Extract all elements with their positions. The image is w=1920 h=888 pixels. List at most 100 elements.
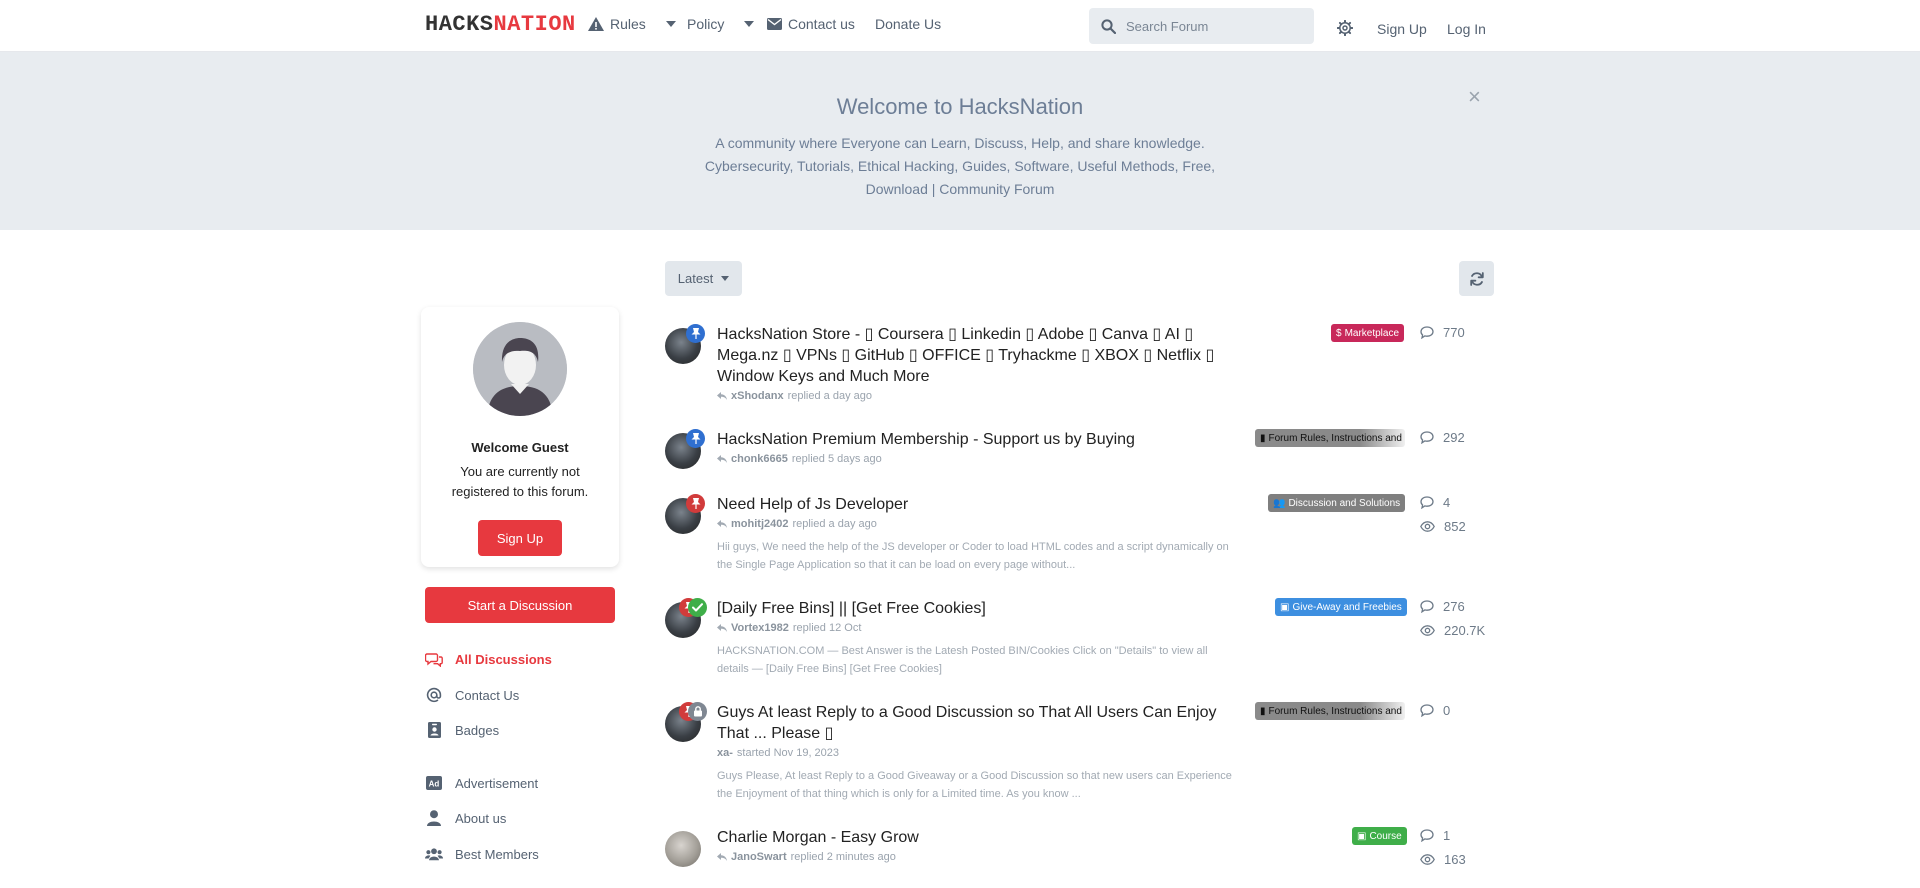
pin-icon	[686, 494, 705, 513]
discussion-item[interactable]: Guys At least Reply to a Good Discussion…	[665, 702, 1495, 802]
user-icon	[425, 809, 443, 827]
ad-icon: Ad	[425, 774, 443, 792]
avatar	[665, 831, 701, 867]
pin-icon	[686, 324, 705, 343]
tag-discussion-solutions[interactable]: 👥 Discussion and Solutions	[1268, 494, 1406, 512]
search-icon	[1101, 18, 1116, 34]
file-icon: ▮	[1260, 705, 1266, 717]
graduation-icon: ▣	[1357, 830, 1367, 842]
start-discussion-button[interactable]: Start a Discussion	[425, 587, 615, 623]
lock-icon	[688, 702, 707, 721]
check-icon	[688, 598, 707, 617]
users-icon: 👥	[1273, 497, 1286, 509]
comment-icon	[1420, 704, 1434, 717]
discussion-excerpt: Guys Please, At least Reply to a Good Gi…	[717, 770, 1232, 800]
gift-icon: ▣	[1280, 601, 1290, 613]
tag-forum-rules[interactable]: ▮ Forum Rules, Instructions and	[1255, 429, 1405, 447]
discussion-meta: mohitj2402 replied a day ago	[717, 518, 877, 530]
discussion-meta: JanoSwart replied 2 minutes ago	[717, 851, 896, 863]
avatar	[473, 322, 567, 416]
reply-icon	[717, 853, 727, 861]
view-count: 163	[1420, 852, 1466, 867]
tag-giveaway[interactable]: ▣ Give-Away and Freebies	[1275, 598, 1407, 616]
login-link[interactable]: Log In	[1447, 21, 1486, 37]
settings-button[interactable]	[1336, 19, 1354, 39]
discussion-title[interactable]: Charlie Morgan - Easy Grow	[717, 827, 1247, 848]
top-header: HACKSNATION Rules Policy Contact us Dona…	[0, 0, 1920, 52]
site-logo[interactable]: HACKSNATION	[425, 12, 576, 37]
chevron-down-icon	[665, 21, 676, 27]
signup-link[interactable]: Sign Up	[1377, 21, 1427, 37]
reply-icon	[717, 520, 727, 528]
discussion-item[interactable]: Charlie Morgan - Easy Grow JanoSwart rep…	[665, 827, 1495, 887]
sidebar-item-contact-us[interactable]: Contact Us	[425, 686, 519, 704]
dollar-icon: $	[1336, 327, 1342, 339]
nav-donate[interactable]: Donate Us	[875, 16, 941, 32]
reply-icon	[717, 624, 727, 632]
users-icon	[425, 845, 443, 863]
discussion-item[interactable]: HacksNation Premium Membership - Support…	[665, 429, 1495, 479]
welcome-card: Welcome Guest You are currently not regi…	[421, 307, 619, 567]
discussion-title[interactable]: [Daily Free Bins] || [Get Free Cookies]	[717, 598, 1247, 619]
sidebar-item-best-members[interactable]: Best Members	[425, 845, 539, 863]
welcome-hero: Welcome to HacksNation A community where…	[0, 52, 1920, 230]
sort-dropdown[interactable]: Latest	[665, 261, 742, 296]
discussion-title[interactable]: Need Help of Js Developer	[717, 494, 1247, 515]
sidebar-item-all-discussions[interactable]: All Discussions	[425, 650, 552, 668]
close-icon[interactable]: ×	[1468, 86, 1481, 108]
id-badge-icon	[425, 721, 443, 739]
comments-icon	[425, 650, 443, 668]
search-input[interactable]	[1126, 18, 1306, 34]
nav-policy[interactable]: Policy	[687, 16, 755, 32]
discussion-item[interactable]: HacksNation Store - ▯ Coursera ▯ Linkedi…	[665, 324, 1495, 404]
discussion-excerpt: Hii guys, We need the help of the JS dev…	[717, 541, 1229, 571]
discussion-title[interactable]: HacksNation Premium Membership - Support…	[717, 429, 1247, 450]
refresh-icon	[1469, 271, 1484, 286]
tag-marketplace[interactable]: $ Marketplace	[1331, 324, 1405, 342]
tag-course[interactable]: ▣ Course	[1352, 827, 1407, 845]
discussion-meta: xa- started Nov 19, 2023	[717, 747, 840, 759]
comment-icon	[1420, 326, 1434, 339]
reply-count: 276	[1420, 599, 1465, 614]
hero-title: Welcome to HacksNation	[836, 94, 1084, 119]
sidebar-item-advertisement[interactable]: Ad Advertisement	[425, 774, 538, 792]
discussion-item[interactable]: Need Help of Js Developer mohitj2402 rep…	[665, 494, 1495, 574]
welcome-title: Welcome Guest	[471, 440, 569, 455]
card-signup-button[interactable]: Sign Up	[478, 520, 562, 556]
view-count: 852	[1420, 519, 1466, 534]
discussion-title[interactable]: Guys At least Reply to a Good Discussion…	[717, 702, 1247, 744]
comment-icon	[1420, 829, 1434, 842]
pin-icon	[686, 429, 705, 448]
envelope-icon	[767, 18, 782, 30]
reply-icon	[717, 455, 727, 463]
reply-count: 770	[1420, 325, 1465, 340]
sidebar-item-about-us[interactable]: About us	[425, 809, 506, 827]
eye-icon	[1420, 854, 1435, 865]
comment-icon	[1420, 496, 1434, 509]
discussion-meta: xShodanx replied a day ago	[717, 390, 872, 402]
sidebar-item-badges[interactable]: Badges	[425, 721, 499, 739]
refresh-button[interactable]	[1459, 261, 1494, 296]
reply-count: 292	[1420, 430, 1465, 445]
discussion-item[interactable]: [Daily Free Bins] || [Get Free Cookies] …	[665, 598, 1495, 678]
eye-icon	[1420, 625, 1435, 636]
discussion-title[interactable]: HacksNation Store - ▯ Coursera ▯ Linkedi…	[717, 324, 1247, 387]
svg-text:Ad: Ad	[429, 780, 440, 789]
file-icon: ▮	[1260, 432, 1266, 444]
reply-count: 4	[1420, 495, 1450, 510]
nav-contact[interactable]: Contact us	[767, 16, 855, 32]
reply-count: 0	[1420, 703, 1450, 718]
search-box[interactable]	[1089, 8, 1314, 44]
discussion-excerpt: HACKSNATION.COM — Best Answer is the Lat…	[717, 645, 1208, 675]
nav-rules[interactable]: Rules	[588, 16, 676, 32]
tag-forum-rules[interactable]: ▮ Forum Rules, Instructions and	[1255, 702, 1405, 720]
reply-icon	[717, 392, 727, 400]
at-icon	[425, 686, 443, 704]
user-silhouette-icon	[473, 322, 567, 416]
view-count: 220.7K	[1420, 623, 1485, 638]
discussion-meta: Vortex1982 replied 12 Oct	[717, 622, 861, 634]
chevron-down-icon	[721, 276, 730, 281]
chevron-down-icon	[744, 21, 755, 27]
welcome-text: You are currently not registered to this…	[451, 464, 589, 499]
gear-icon	[1336, 19, 1354, 37]
